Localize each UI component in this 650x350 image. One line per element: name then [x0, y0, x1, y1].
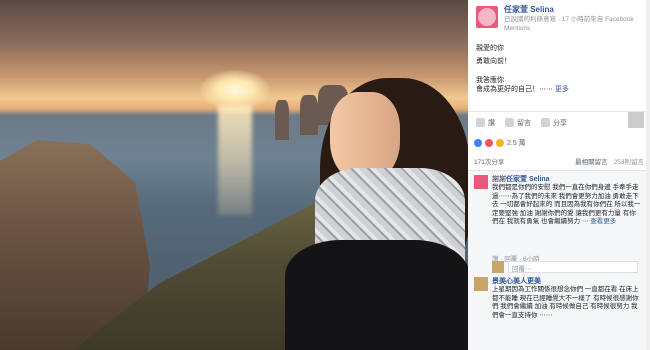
comment-body: 我們都是你們的安慰 我們一直在你們身邊 手牽手走過⋯⋯為了我們的未來 我們會更努…	[492, 184, 641, 225]
action-bar: 讚 留言 分享	[468, 111, 650, 133]
reaction-count: 2.5 萬	[507, 140, 526, 147]
post-line: 會成為更好的自己！⋯⋯ 更多	[476, 86, 569, 93]
reply-avatar	[492, 261, 504, 273]
like-reaction-icon	[474, 139, 482, 147]
rock-stack	[300, 95, 318, 135]
post-body: 親愛的你 勇敢向前！ 我答應你 會成為更好的自己！⋯⋯ 更多	[468, 38, 650, 94]
comment-sort[interactable]: 最相關留言	[575, 156, 608, 166]
post-photo[interactable]	[0, 0, 468, 350]
share-count[interactable]: 171次分享	[474, 156, 504, 166]
commenter-avatar[interactable]	[474, 175, 488, 189]
reply-input[interactable]: 回覆⋯	[508, 261, 638, 273]
reactions-summary[interactable]: 2.5 萬	[474, 136, 644, 150]
post-stats: 171次分享 最相關留言 253則留言	[474, 156, 644, 166]
comment-icon	[505, 118, 514, 127]
thumbs-up-icon	[476, 118, 485, 127]
comment-author: 謝謝任家萱 Selina	[492, 174, 550, 184]
commenter-avatar[interactable]	[474, 277, 488, 291]
more-link[interactable]: 更多	[555, 86, 569, 93]
like-button[interactable]: 讚	[476, 117, 495, 128]
comment-label: 留言	[517, 119, 531, 127]
scrollbar[interactable]	[646, 0, 650, 350]
rock-stack	[275, 100, 289, 140]
author-name[interactable]: 任家萱 Selina	[504, 4, 644, 15]
post-side-panel: 任家萱 Selina 已說國的利條意寫 · 17 小時前來自 Facebook …	[468, 0, 650, 350]
like-label: 讚	[488, 119, 495, 127]
comment-count[interactable]: 253則留言	[614, 156, 644, 166]
comment-prefix: 謝謝	[492, 176, 506, 183]
person-coat	[285, 240, 468, 350]
comments-section: 謝謝任家萱 Selina 我們都是你們的安慰 我們一直在你們身邊 手牽手走過⋯⋯…	[468, 170, 650, 350]
post-line: 我答應你	[476, 77, 504, 84]
sun-reflection	[218, 105, 252, 215]
sun	[200, 70, 270, 110]
post-line: 勇敢向前！	[476, 58, 511, 65]
comment-author-link[interactable]: 景美心美人更美	[492, 278, 541, 285]
post-line: 親愛的你	[476, 45, 504, 52]
share-label: 分享	[553, 119, 567, 127]
wow-reaction-icon	[496, 139, 504, 147]
see-more-link[interactable]: 查看更多	[590, 218, 616, 225]
comment-text: 我們都是你們的安慰 我們一直在你們身邊 手牽手走過⋯⋯為了我們的未來 我們會更努…	[492, 184, 642, 227]
author-avatar[interactable]	[476, 6, 498, 28]
post-subtitle: 已說國的利條意寫 · 17 小時前來自 Facebook Mentions	[504, 16, 634, 32]
comment-button[interactable]: 留言	[505, 117, 531, 128]
comment-author: 景美心美人更美	[492, 276, 541, 286]
comment-text: 上星期因為工作關係很想念你們 一直都在看 在床上都不能睡 現在已經睡覺大不一樣了…	[492, 286, 639, 319]
post-header: 任家萱 Selina 已說國的利條意寫 · 17 小時前來自 Facebook …	[468, 0, 650, 38]
share-icon	[541, 118, 550, 127]
photo-viewer: 任家萱 Selina 已說國的利條意寫 · 17 小時前來自 Facebook …	[0, 0, 650, 350]
share-button[interactable]: 分享	[541, 117, 567, 128]
viewer-avatar	[628, 112, 644, 128]
love-reaction-icon	[485, 139, 493, 147]
comment-author-link[interactable]: 任家萱 Selina	[506, 176, 550, 183]
